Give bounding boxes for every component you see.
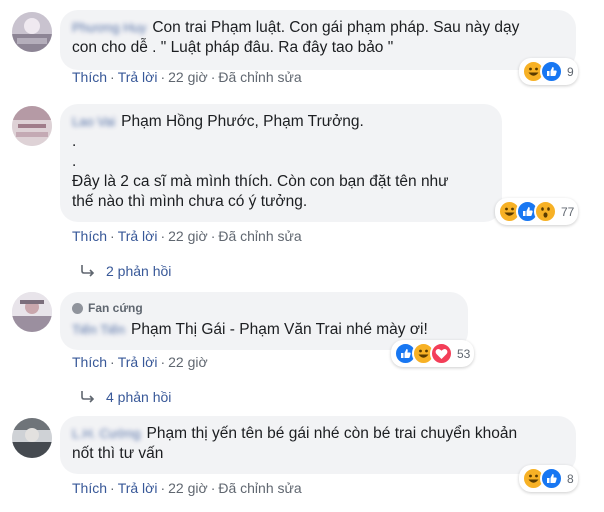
avatar[interactable] bbox=[12, 418, 52, 458]
reaction-count: 8 bbox=[567, 471, 574, 486]
comment-actions: Thích · Trả lời · 22 giờ · Đã chỉnh sửa bbox=[72, 69, 302, 85]
avatar[interactable] bbox=[12, 12, 52, 52]
reaction-summary[interactable]: 53 bbox=[391, 340, 475, 367]
comment-author[interactable]: Phương Huy bbox=[72, 20, 146, 35]
comment-text-line: Phương Huy Con trai Phạm luật. Con gái ph… bbox=[72, 19, 520, 36]
comment-actions: Thích · Trả lời · 22 giờ · Đã chỉnh sửa bbox=[72, 480, 302, 496]
comment-text-line: . bbox=[72, 153, 77, 170]
edited-label[interactable]: Đã chỉnh sửa bbox=[218, 228, 301, 244]
like-link[interactable]: Thích bbox=[72, 228, 107, 244]
reply-link[interactable]: Trả lời bbox=[118, 69, 158, 85]
reaction-count: 9 bbox=[567, 64, 574, 79]
avatar[interactable] bbox=[12, 106, 52, 146]
comment-actions: Thích · Trả lời · 22 giờ bbox=[72, 354, 208, 370]
comment-text-line: Lao Vai Phạm Hồng Phước, Phạm Trưởng. bbox=[72, 113, 364, 130]
replies-count[interactable]: 4 phản hồi bbox=[106, 389, 171, 405]
comment-author[interactable]: L.H. Cường bbox=[72, 426, 141, 441]
fan-badge: Fan cứng bbox=[72, 298, 456, 318]
like-icon bbox=[540, 60, 563, 83]
like-icon bbox=[540, 467, 563, 490]
comment-bubble: Lao Vai Phạm Hồng Phước, Phạm Trưởng. . .… bbox=[60, 104, 502, 222]
reply-link[interactable]: Trả lời bbox=[118, 480, 158, 496]
like-link[interactable]: Thích bbox=[72, 69, 107, 85]
comment-text-line: Tiến Tiến Phạm Thị Gái - Phạm Văn Trai nh… bbox=[72, 321, 428, 338]
reply-arrow-icon bbox=[81, 265, 95, 277]
comment-text-line: nốt thì tư vấn bbox=[72, 445, 164, 462]
reaction-count: 53 bbox=[457, 346, 471, 361]
fan-badge-icon bbox=[72, 302, 83, 314]
view-replies-link[interactable]: 2 phản hồi bbox=[80, 263, 171, 279]
edited-label[interactable]: Đã chỉnh sửa bbox=[218, 480, 301, 496]
comment-text-line: Đây là 2 ca sĩ mà mình thích. Còn con bạ… bbox=[72, 173, 449, 190]
comment-text-line: L.H. Cường Phạm thị yến tên bé gái nhé cò… bbox=[72, 425, 518, 442]
comment-bubble: Phương Huy Con trai Phạm luật. Con gái ph… bbox=[60, 10, 576, 70]
reply-link[interactable]: Trả lời bbox=[118, 354, 158, 370]
timestamp[interactable]: 22 giờ bbox=[168, 228, 208, 244]
comment-text-line: . bbox=[72, 133, 77, 150]
replies-count[interactable]: 2 phản hồi bbox=[106, 263, 171, 279]
reaction-summary[interactable]: 77 bbox=[495, 198, 579, 225]
comment-actions: Thích · Trả lời · 22 giờ · Đã chỉnh sửa bbox=[72, 228, 302, 244]
avatar[interactable] bbox=[12, 292, 52, 332]
comment-bubble: L.H. Cường Phạm thị yến tên bé gái nhé cò… bbox=[60, 416, 576, 474]
timestamp[interactable]: 22 giờ bbox=[168, 354, 208, 370]
reply-link[interactable]: Trả lời bbox=[118, 228, 158, 244]
comment-author[interactable]: Lao Vai bbox=[72, 114, 115, 129]
reaction-summary[interactable]: 9 bbox=[519, 58, 578, 85]
comment-text-line: thế nào thì mình chưa có ý tưởng. bbox=[72, 193, 308, 210]
reaction-summary[interactable]: 8 bbox=[519, 465, 578, 492]
like-link[interactable]: Thích bbox=[72, 354, 107, 370]
view-replies-link[interactable]: 4 phản hồi bbox=[80, 389, 171, 405]
edited-label[interactable]: Đã chỉnh sửa bbox=[218, 69, 301, 85]
wow-icon bbox=[534, 200, 557, 223]
love-icon bbox=[430, 342, 453, 365]
reaction-count: 77 bbox=[561, 204, 575, 219]
timestamp[interactable]: 22 giờ bbox=[168, 480, 208, 496]
timestamp[interactable]: 22 giờ bbox=[168, 69, 208, 85]
comment-text-line: con cho dễ . " Luật pháp đâu. Ra đây tao… bbox=[72, 39, 394, 56]
like-link[interactable]: Thích bbox=[72, 480, 107, 496]
reply-arrow-icon bbox=[81, 391, 95, 403]
comment-author[interactable]: Tiến Tiến bbox=[72, 322, 125, 337]
